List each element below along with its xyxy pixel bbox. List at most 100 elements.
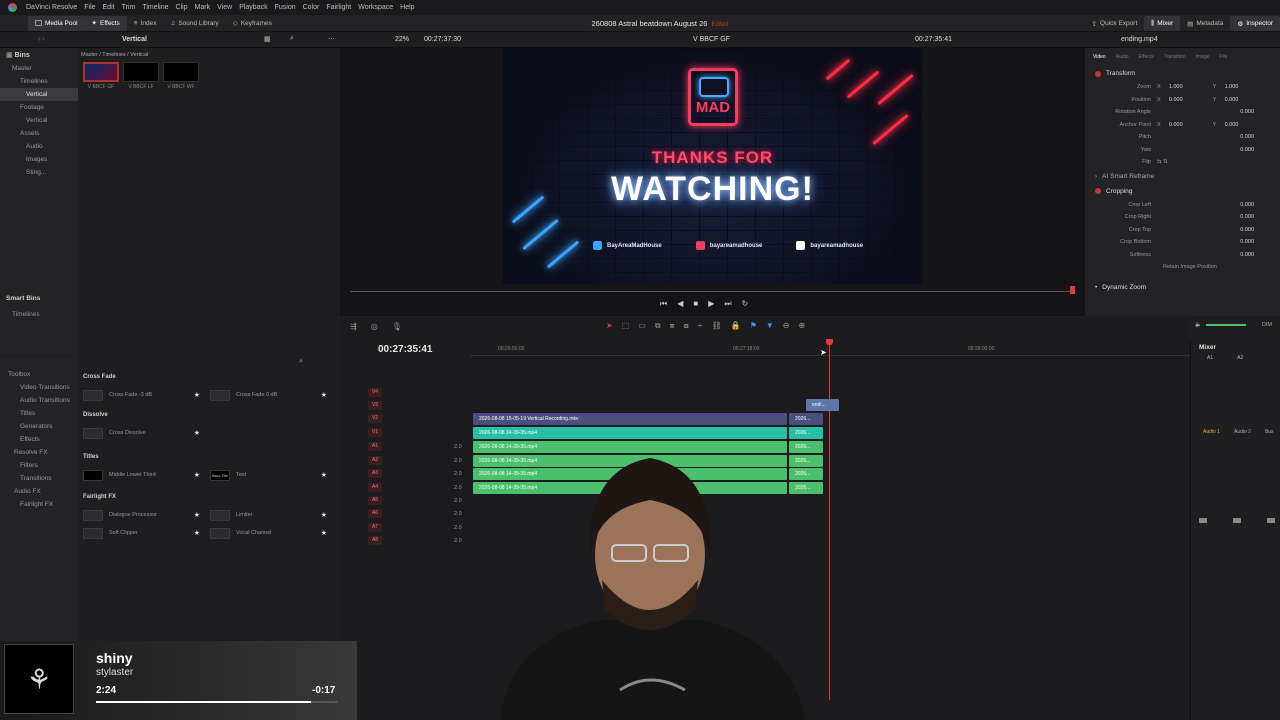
prop-position[interactable]: Position X 0.000 Y 0.000 <box>1085 94 1280 107</box>
flag-icon[interactable]: ⚑ <box>750 321 757 331</box>
prop-flip[interactable]: Flip ⇆ ⇅ <box>1085 156 1280 169</box>
track-header-a7[interactable]: A7 2.0 <box>340 521 470 534</box>
favorite-star-icon[interactable]: ★ <box>321 471 327 479</box>
menu-trim[interactable]: Trim <box>122 4 136 11</box>
toolbox-item[interactable]: Resolve FX <box>0 446 78 459</box>
tab-video[interactable]: Video <box>1093 54 1106 60</box>
prop-crop-bottom[interactable]: Crop Bottom 0.000 <box>1085 236 1280 249</box>
index-button[interactable]: ≡ Index <box>127 16 164 31</box>
prop-value[interactable]: 0.000 <box>1216 122 1239 128</box>
toolbox-item[interactable]: Transitions <box>0 472 78 485</box>
favorite-star-icon[interactable]: ★ <box>321 391 327 399</box>
snap-icon[interactable]: ⌁ <box>698 321 703 331</box>
clip-v1-tail[interactable]: 2026... <box>789 427 823 439</box>
favorite-star-icon[interactable]: ★ <box>194 529 200 537</box>
clip-tools-icon[interactable]: ⇶ <box>350 322 357 331</box>
fx-middle-lower-third[interactable]: Middle Lower Third ★ <box>83 466 200 484</box>
toolbox-item[interactable]: Video Transitions <box>0 381 78 394</box>
favorite-star-icon[interactable]: ★ <box>194 511 200 519</box>
prop-anchor[interactable]: Anchor Point X 0.000 Y 0.000 <box>1085 119 1280 132</box>
favorite-star-icon[interactable]: ★ <box>194 429 200 437</box>
fader-knob[interactable] <box>1267 518 1275 523</box>
prop-crop-right[interactable]: Crop Right 0.000 <box>1085 211 1280 224</box>
tree-footage-vertical[interactable]: Vertical <box>0 114 78 127</box>
fx-cross-fade-0db[interactable]: Cross Fade 0 dB ★ <box>210 386 327 404</box>
zoom-out-icon[interactable]: ⊖ <box>783 321 790 331</box>
play-reverse-icon[interactable]: ◀ <box>677 299 683 309</box>
clip-v2-tail[interactable]: 2026... <box>789 413 823 425</box>
track-header-v3[interactable]: V3 <box>340 399 470 412</box>
toolbox-item[interactable]: Filters <box>0 459 78 472</box>
zoom-in-icon[interactable]: ⊕ <box>798 321 805 331</box>
replace-icon[interactable]: ⧇ <box>684 321 689 331</box>
inspector-button[interactable]: ⚙ Inspector <box>1230 16 1280 31</box>
cropping-section[interactable]: Cropping <box>1085 184 1280 199</box>
track-header-a5[interactable]: A5 2.0 <box>340 494 470 507</box>
prop-value[interactable]: 0.000 <box>1161 122 1183 128</box>
menu-edit[interactable]: Edit <box>103 4 115 11</box>
volume-slider[interactable] <box>1205 324 1246 326</box>
track-header-v2[interactable]: V2 <box>340 412 470 425</box>
menu-playback[interactable]: Playback <box>239 4 267 11</box>
viewer-frame[interactable]: MAD THANKS FOR WATCHING! BayAreaMadHouse… <box>503 48 922 284</box>
effects-search-icon[interactable]: ⌕ <box>299 358 303 366</box>
prop-yaw[interactable]: Yaw 0.000 <box>1085 144 1280 157</box>
selection-tool-icon[interactable]: ➤ <box>606 321 613 331</box>
flip-icon[interactable]: ⇆ ⇅ <box>1157 159 1168 165</box>
track-header-a6[interactable]: A6 2.0 <box>340 507 470 520</box>
prop-rotation[interactable]: Rotation Angle 0.000 <box>1085 106 1280 119</box>
skip-start-icon[interactable]: ⏮ <box>660 299 667 309</box>
menu-fusion[interactable]: Fusion <box>275 4 296 11</box>
prop-value[interactable]: 0.000 <box>1232 252 1254 258</box>
metadata-button[interactable]: ▤ Metadata <box>1180 16 1230 31</box>
prop-value[interactable]: 0.000 <box>1161 97 1183 103</box>
menu-color[interactable]: Color <box>303 4 320 11</box>
retain-image-position[interactable]: Retain Image Position <box>1085 261 1280 274</box>
timeline-playhead[interactable] <box>829 340 830 700</box>
nav-back-icon[interactable]: ‹ › <box>38 36 45 43</box>
prop-pitch[interactable]: Pitch 0.000 <box>1085 131 1280 144</box>
keyframes-button[interactable]: ◇ Keyframes <box>226 16 279 31</box>
fx-vocal-channel[interactable]: Vocal Channel ★ <box>210 524 327 542</box>
tab-effects[interactable]: Effects <box>1139 54 1154 60</box>
marker-icon[interactable]: ▼ <box>766 321 774 331</box>
menu-view[interactable]: View <box>217 4 232 11</box>
prop-value[interactable]: 0.000 <box>1232 109 1254 115</box>
prop-value[interactable]: 0.000 <box>1232 147 1254 153</box>
media-pool-button[interactable]: Media Pool <box>28 15 85 31</box>
menu-mark[interactable]: Mark <box>195 4 211 11</box>
prop-value[interactable]: 0.000 <box>1216 97 1239 103</box>
effects-button[interactable]: ✦ Effects <box>84 15 127 31</box>
tab-audio[interactable]: Audio <box>1116 54 1129 60</box>
fx-limiter[interactable]: Limiter ★ <box>210 506 327 524</box>
prop-value[interactable]: 0.000 <box>1232 134 1254 140</box>
search-icon[interactable]: ⌕ <box>290 35 294 43</box>
loop-icon[interactable]: ↻ <box>742 299 749 309</box>
favorite-star-icon[interactable]: ★ <box>321 529 327 537</box>
favorite-star-icon[interactable]: ★ <box>194 471 200 479</box>
grid-view-icon[interactable]: ▦ <box>264 35 271 43</box>
play-icon[interactable]: ▶ <box>708 299 714 309</box>
menu-workspace[interactable]: Workspace <box>358 4 393 11</box>
track-header-v4[interactable]: V4 <box>340 386 470 399</box>
sound-library-button[interactable]: ♫ Sound Library <box>163 16 225 31</box>
track-header-a2[interactable]: A2 2.0 <box>340 454 470 467</box>
lock-icon[interactable]: 🔒 <box>731 321 741 331</box>
trim-tool-icon[interactable]: ⬚ <box>622 321 630 331</box>
prop-value[interactable]: 1.000 <box>1216 84 1239 90</box>
fx-dialogue-processor[interactable]: Dialogue Processor ★ <box>83 506 200 524</box>
insert-icon[interactable]: ⧉ <box>655 321 661 331</box>
toolbox-item[interactable]: Toolbox <box>0 368 78 381</box>
playhead-handle-icon[interactable] <box>826 339 833 345</box>
smart-reframe-section[interactable]: › AI Smart Reframe <box>1085 169 1280 184</box>
prop-value[interactable]: 1.000 <box>1161 84 1183 90</box>
favorite-star-icon[interactable]: ★ <box>194 391 200 399</box>
fx-text[interactable]: Basic Title Text ★ <box>210 466 327 484</box>
skip-end-icon[interactable]: ⏭ <box>724 299 731 309</box>
toolbox-item[interactable]: Titles <box>0 407 78 420</box>
prop-softness[interactable]: Softness 0.000 <box>1085 249 1280 262</box>
favorite-star-icon[interactable]: ★ <box>321 511 327 519</box>
clip-ending[interactable]: endi... <box>806 399 839 411</box>
tab-transition[interactable]: Transition <box>1164 54 1186 60</box>
prop-value[interactable]: 0.000 <box>1232 239 1254 245</box>
